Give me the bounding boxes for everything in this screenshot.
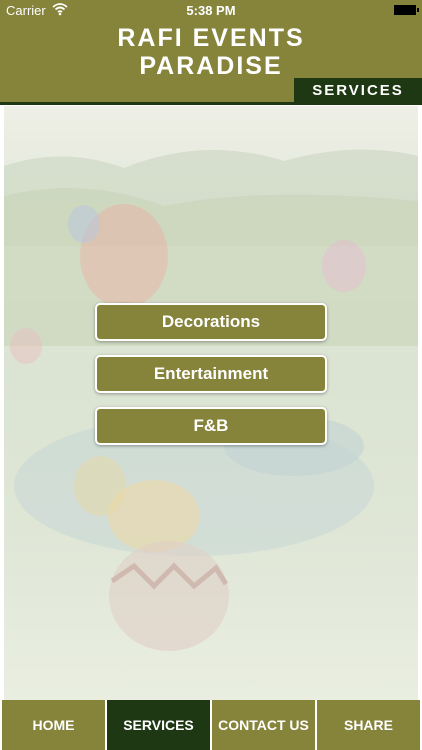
entertainment-button[interactable]: Entertainment bbox=[95, 355, 327, 393]
app-header: RAFI EVENTS PARADISE SERVICES bbox=[0, 22, 422, 105]
section-badge: SERVICES bbox=[294, 78, 422, 102]
tab-share[interactable]: SHARE bbox=[317, 700, 420, 750]
clock: 5:38 PM bbox=[186, 3, 236, 18]
app-title: RAFI EVENTS PARADISE bbox=[117, 24, 305, 80]
background-image bbox=[4, 106, 418, 700]
tab-home[interactable]: HOME bbox=[2, 700, 105, 750]
tab-contact-us[interactable]: CONTACT US bbox=[212, 700, 315, 750]
fb-button[interactable]: F&B bbox=[95, 407, 327, 445]
tab-bar: HOME SERVICES CONTACT US SHARE bbox=[0, 700, 422, 750]
battery-icon bbox=[394, 5, 419, 15]
decorations-button[interactable]: Decorations bbox=[95, 303, 327, 341]
status-bar: Carrier 5:38 PM bbox=[0, 0, 422, 22]
tab-services[interactable]: SERVICES bbox=[107, 700, 210, 750]
